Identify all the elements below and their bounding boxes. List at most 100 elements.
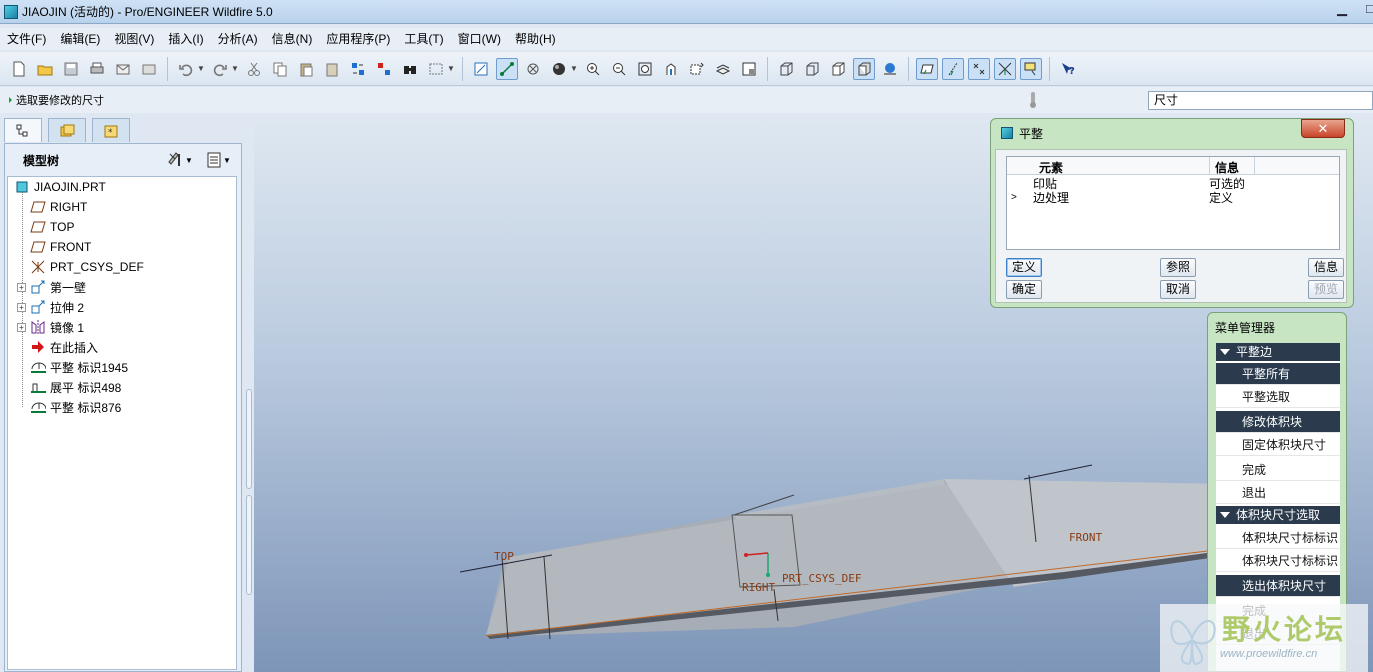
menu-manager-title: 菜单管理器	[1215, 321, 1276, 335]
tree-item-extrude[interactable]: + 拉伸 2	[17, 297, 84, 317]
menu-item-flatten-select[interactable]: 平整选取	[1216, 386, 1340, 408]
expand-toggle[interactable]: +	[17, 322, 26, 332]
zoom-in-icon[interactable]	[582, 58, 604, 80]
cut-icon[interactable]	[243, 58, 265, 80]
context-help-icon[interactable]: ?	[1057, 58, 1079, 80]
expand-toggle[interactable]: +	[17, 302, 26, 312]
redo-icon[interactable]	[209, 58, 231, 80]
tab-folder-browser[interactable]	[48, 118, 86, 142]
reorient-icon[interactable]	[660, 58, 682, 80]
menu-item-modify-volume[interactable]: 修改体积块	[1216, 411, 1340, 433]
copy-icon[interactable]	[269, 58, 291, 80]
table-row-edge-treatment[interactable]: > 边处理 定义	[1007, 191, 1339, 205]
tree-item-csys[interactable]: PRT_CSYS_DEF	[30, 257, 144, 277]
maximize-button[interactable]: □	[1356, 0, 1373, 18]
saved-views-icon[interactable]	[686, 58, 708, 80]
tree-item-front[interactable]: FRONT	[30, 237, 91, 257]
tab-model-tree[interactable]	[4, 118, 42, 142]
navigator-splitter[interactable]	[244, 117, 254, 672]
datum-points-icon[interactable]	[522, 58, 544, 80]
regenerate-icon[interactable]	[347, 58, 369, 80]
define-button[interactable]: 定义	[1006, 258, 1042, 277]
display-style-dropdown-icon[interactable]: ▼	[570, 64, 578, 73]
save-icon[interactable]	[60, 58, 82, 80]
hidden-line-icon[interactable]	[801, 58, 823, 80]
tree-item-mirror[interactable]: + 镜像 1	[17, 317, 84, 337]
datum-axis-icon[interactable]	[496, 57, 518, 80]
wireframe-icon[interactable]	[775, 58, 797, 80]
references-button[interactable]: 参照	[1160, 258, 1196, 277]
shading-sphere-icon[interactable]	[548, 58, 570, 80]
undo-icon[interactable]	[175, 58, 197, 80]
selection-filter-dropdown[interactable]: 尺寸	[1148, 91, 1373, 110]
menu-view[interactable]: 视图(V)	[107, 28, 161, 50]
expand-toggle[interactable]: +	[17, 282, 26, 292]
splitter-grip[interactable]	[246, 389, 252, 489]
datum-axes-icon[interactable]	[942, 57, 964, 80]
tree-settings-button[interactable]: ▼	[167, 150, 197, 170]
menu-item-done[interactable]: 完成	[1216, 459, 1340, 481]
table-row-imprint[interactable]: 印贴 可选的	[1007, 177, 1339, 191]
menu-section-volume-dim-select[interactable]: 体积块尺寸选取	[1216, 506, 1340, 524]
open-folder-icon[interactable]	[34, 58, 56, 80]
point-display-icon[interactable]	[968, 57, 990, 80]
menu-window[interactable]: 窗口(W)	[451, 28, 508, 50]
datum-planes-icon[interactable]	[916, 57, 938, 80]
no-hidden-icon[interactable]	[827, 58, 849, 80]
preview-button[interactable]: 预览	[1308, 280, 1344, 299]
enhanced-realism-icon[interactable]	[879, 58, 901, 80]
csys-display-icon[interactable]	[994, 57, 1016, 80]
print-icon[interactable]	[86, 58, 108, 80]
menu-file[interactable]: 文件(F)	[0, 28, 53, 50]
menu-help[interactable]: 帮助(H)	[508, 28, 563, 50]
menu-item-volume-dim-id-1[interactable]: 体积块尺寸标标识	[1216, 527, 1340, 549]
info-button[interactable]: 信息	[1308, 258, 1344, 277]
tree-item-first-wall[interactable]: + 第一壁	[17, 277, 86, 297]
layers-icon[interactable]	[712, 58, 734, 80]
menu-item-volume-dim-id-2[interactable]: 体积块尺寸标标识	[1216, 550, 1340, 572]
tree-item-top[interactable]: TOP	[30, 217, 74, 237]
menu-section-flatten-edge[interactable]: 平整边	[1216, 343, 1340, 361]
menu-applications[interactable]: 应用程序(P)	[319, 28, 397, 50]
tree-item-part[interactable]: JIAOJIN.PRT	[14, 177, 106, 197]
send-link-icon[interactable]	[138, 58, 160, 80]
menu-analysis[interactable]: 分析(A)	[211, 28, 265, 50]
ok-button[interactable]: 确定	[1006, 280, 1042, 299]
sketch-view-icon[interactable]	[470, 58, 492, 80]
cancel-button[interactable]: 取消	[1160, 280, 1196, 299]
menu-item-quit[interactable]: 退出	[1216, 482, 1340, 504]
undo-dropdown-icon[interactable]: ▼	[197, 64, 205, 73]
dialog-close-button[interactable]: ✕	[1301, 119, 1345, 138]
annotation-display-icon[interactable]	[1020, 57, 1042, 80]
find-icon[interactable]	[399, 58, 421, 80]
menu-info[interactable]: 信息(N)	[265, 28, 320, 50]
paste-special-icon[interactable]	[321, 58, 343, 80]
tree-show-button[interactable]: ▼	[205, 150, 235, 170]
send-mail-icon[interactable]	[112, 58, 134, 80]
paste-icon[interactable]	[295, 58, 317, 80]
menu-edit[interactable]: 编辑(E)	[53, 28, 107, 50]
tree-item-flatten-876[interactable]: 平整 标识876	[30, 397, 121, 417]
menu-insert[interactable]: 插入(I)	[161, 28, 210, 50]
shading-icon[interactable]	[853, 57, 875, 80]
menu-item-fix-volume-dim[interactable]: 固定体积块尺寸	[1216, 434, 1340, 456]
minimize-button[interactable]: ▁	[1328, 0, 1356, 18]
menu-item-flatten-all[interactable]: 平整所有	[1216, 363, 1340, 385]
select-box-icon[interactable]	[425, 58, 447, 80]
redo-dropdown-icon[interactable]: ▼	[231, 64, 239, 73]
tree-item-right[interactable]: RIGHT	[30, 197, 87, 217]
tab-favorites[interactable]: *	[92, 118, 130, 142]
view-manager-icon[interactable]	[738, 58, 760, 80]
zoom-out-icon[interactable]	[608, 58, 630, 80]
tree-item-insert-here[interactable]: 在此插入	[30, 337, 98, 357]
app-icon	[4, 4, 18, 19]
menu-tools[interactable]: 工具(T)	[397, 28, 450, 50]
menu-item-select-volume-dim[interactable]: 选出体积块尺寸	[1216, 575, 1340, 597]
splitter-grip[interactable]	[246, 495, 252, 595]
regen-manager-icon[interactable]	[373, 58, 395, 80]
refit-icon[interactable]	[634, 58, 656, 80]
tree-item-unbend-498[interactable]: 展平 标识498	[30, 377, 121, 397]
select-dropdown-icon[interactable]: ▼	[447, 64, 455, 73]
tree-item-flatten-1945[interactable]: 平整 标识1945	[30, 357, 128, 377]
new-file-icon[interactable]	[8, 58, 30, 80]
